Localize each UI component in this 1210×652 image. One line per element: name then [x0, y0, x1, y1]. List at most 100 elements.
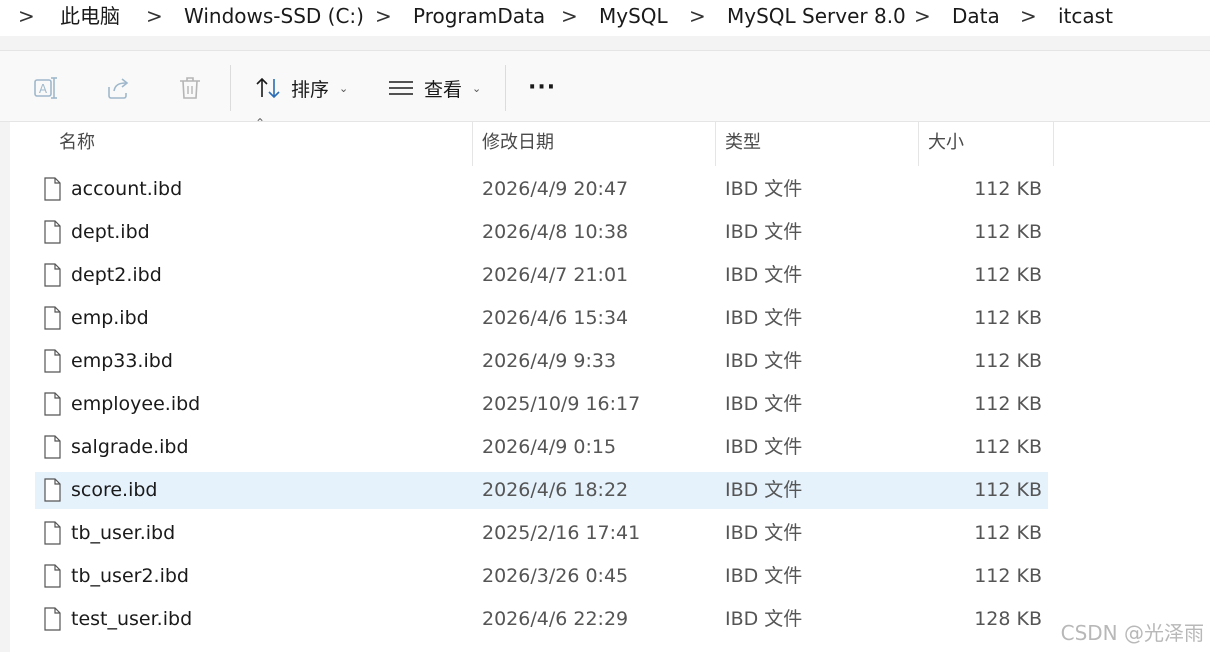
file-row-selected[interactable]: score.ibd 2026/4/6 18:22 IBD 文件 112 KB — [35, 472, 1048, 509]
column-divider[interactable] — [715, 122, 716, 166]
column-divider[interactable] — [918, 122, 919, 166]
column-divider[interactable] — [1053, 122, 1054, 166]
file-modified: 2026/3/26 0:45 — [482, 565, 629, 587]
file-name: emp33.ibd — [71, 350, 173, 372]
file-name: dept2.ibd — [71, 264, 162, 286]
toolbar-divider — [230, 65, 231, 111]
file-type: IBD 文件 — [725, 264, 803, 286]
file-size: 112 KB — [974, 350, 1042, 372]
file-icon — [44, 349, 61, 373]
column-header-size[interactable]: 大小 — [928, 122, 964, 166]
view-button[interactable]: 查看 ⌄ — [388, 69, 481, 107]
file-modified: 2026/4/9 20:47 — [482, 178, 629, 200]
file-type: IBD 文件 — [725, 393, 803, 415]
sort-button[interactable]: 排序 ⌄ — [255, 69, 348, 107]
file-modified: 2025/2/16 17:41 — [482, 522, 641, 544]
file-size: 112 KB — [974, 522, 1042, 544]
address-bar[interactable]: > 此电脑 > Windows-SSD (C:) > ProgramData >… — [0, 0, 1210, 36]
file-size: 112 KB — [974, 393, 1042, 415]
file-modified: 2026/4/8 10:38 — [482, 221, 629, 243]
file-modified: 2025/10/9 16:17 — [482, 393, 641, 415]
file-row[interactable]: dept2.ibd 2026/4/7 21:01 IBD 文件 112 KB — [35, 257, 1048, 294]
breadcrumb-item-mysql[interactable]: MySQL — [599, 0, 668, 32]
file-type: IBD 文件 — [725, 522, 803, 544]
file-name: account.ibd — [71, 178, 183, 200]
file-modified: 2026/4/6 18:22 — [482, 479, 629, 501]
navigation-pane-edge — [0, 122, 10, 652]
file-modified: 2026/4/9 9:33 — [482, 350, 617, 372]
address-bar-gap — [0, 36, 1210, 50]
file-row[interactable]: tb_user.ibd 2025/2/16 17:41 IBD 文件 112 K… — [35, 515, 1048, 552]
delete-icon[interactable] — [177, 75, 203, 101]
file-name: salgrade.ibd — [71, 436, 189, 458]
file-row[interactable]: account.ibd 2026/4/9 20:47 IBD 文件 112 KB — [35, 171, 1048, 208]
breadcrumb-chevron-icon[interactable]: > — [689, 0, 706, 32]
file-type: IBD 文件 — [725, 436, 803, 458]
toolbar-divider — [505, 65, 506, 111]
breadcrumb-chevron-icon[interactable]: > — [1020, 0, 1037, 32]
share-icon[interactable] — [105, 75, 131, 101]
breadcrumb-item-this-pc[interactable]: 此电脑 — [60, 0, 120, 32]
breadcrumb-item-drive[interactable]: Windows-SSD (C:) — [184, 0, 364, 32]
file-size: 112 KB — [974, 479, 1042, 501]
file-name: employee.ibd — [71, 393, 201, 415]
file-name: test_user.ibd — [71, 608, 193, 630]
file-size: 112 KB — [974, 221, 1042, 243]
file-size: 112 KB — [974, 307, 1042, 329]
file-name: emp.ibd — [71, 307, 149, 329]
more-options-button[interactable]: ··· — [528, 73, 556, 103]
file-icon — [44, 263, 61, 287]
file-icon — [44, 306, 61, 330]
file-type: IBD 文件 — [725, 350, 803, 372]
rename-icon[interactable]: A — [33, 75, 59, 101]
breadcrumb-item-programdata[interactable]: ProgramData — [413, 0, 545, 32]
file-row[interactable]: emp.ibd 2026/4/6 15:34 IBD 文件 112 KB — [35, 300, 1048, 337]
sort-ascending-icon: ⌃ — [255, 116, 266, 130]
file-modified: 2026/4/9 0:15 — [482, 436, 617, 458]
file-row[interactable]: test_user.ibd 2026/4/6 22:29 IBD 文件 128 … — [35, 601, 1048, 638]
file-type: IBD 文件 — [725, 307, 803, 329]
file-icon — [44, 177, 61, 201]
chevron-down-icon: ⌄ — [472, 81, 482, 95]
file-type: IBD 文件 — [725, 479, 803, 501]
file-icon — [44, 521, 61, 545]
file-size: 112 KB — [974, 178, 1042, 200]
column-header-type[interactable]: 类型 — [725, 122, 761, 166]
column-header-modified[interactable]: 修改日期 — [482, 122, 554, 166]
file-modified: 2026/4/6 15:34 — [482, 307, 629, 329]
breadcrumb-item-data[interactable]: Data — [952, 0, 1000, 32]
breadcrumb-chevron-icon[interactable]: > — [146, 0, 163, 32]
file-name: tb_user2.ibd — [71, 565, 189, 587]
file-type: IBD 文件 — [725, 608, 803, 630]
command-bar: A 排序 ⌄ 查看 ⌄ ··· — [0, 50, 1210, 122]
file-row[interactable]: tb_user2.ibd 2026/3/26 0:45 IBD 文件 112 K… — [35, 558, 1048, 595]
file-size: 112 KB — [974, 436, 1042, 458]
svg-text:A: A — [39, 82, 48, 96]
breadcrumb-chevron-icon[interactable]: > — [914, 0, 931, 32]
view-list-icon — [389, 81, 413, 95]
file-icon — [44, 392, 61, 416]
sort-label: 排序 — [291, 78, 330, 101]
file-icon — [44, 607, 61, 631]
file-row[interactable]: dept.ibd 2026/4/8 10:38 IBD 文件 112 KB — [35, 214, 1048, 251]
column-divider[interactable] — [472, 122, 473, 166]
file-row[interactable]: salgrade.ibd 2026/4/9 0:15 IBD 文件 112 KB — [35, 429, 1048, 466]
breadcrumb-item-mysql-server[interactable]: MySQL Server 8.0 — [727, 0, 906, 32]
file-row[interactable]: employee.ibd 2025/10/9 16:17 IBD 文件 112 … — [35, 386, 1048, 423]
file-size: 112 KB — [974, 264, 1042, 286]
file-icon — [44, 478, 61, 502]
breadcrumb-chevron-icon[interactable]: > — [18, 0, 35, 32]
file-modified: 2026/4/7 21:01 — [482, 264, 629, 286]
breadcrumb-item-itcast[interactable]: itcast — [1058, 0, 1113, 32]
watermark: CSDN @光泽雨 — [1060, 621, 1204, 645]
column-header-name[interactable]: 名称 — [59, 122, 95, 166]
view-label: 查看 — [424, 78, 463, 101]
breadcrumb-chevron-icon[interactable]: > — [561, 0, 578, 32]
breadcrumb-chevron-icon[interactable]: > — [375, 0, 392, 32]
file-type: IBD 文件 — [725, 221, 803, 243]
file-type: IBD 文件 — [725, 565, 803, 587]
file-modified: 2026/4/6 22:29 — [482, 608, 629, 630]
sort-icon — [256, 77, 280, 99]
file-name: score.ibd — [71, 479, 158, 501]
file-row[interactable]: emp33.ibd 2026/4/9 9:33 IBD 文件 112 KB — [35, 343, 1048, 380]
